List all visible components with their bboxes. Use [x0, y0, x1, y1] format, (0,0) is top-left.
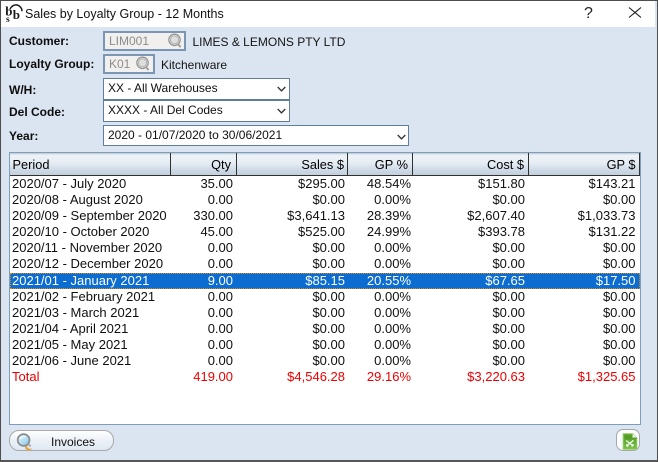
svg-text:s: s — [6, 15, 10, 24]
svg-text:b: b — [13, 7, 20, 22]
